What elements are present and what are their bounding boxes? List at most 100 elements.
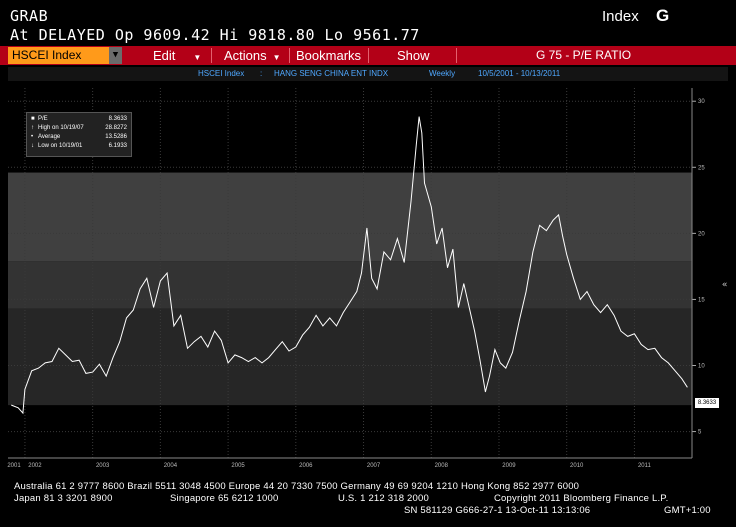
data-point <box>65 354 66 356</box>
data-point <box>241 357 242 358</box>
expand-right-icon[interactable]: « <box>722 280 727 290</box>
data-point <box>105 375 107 377</box>
data-point <box>85 373 87 374</box>
data-point <box>512 352 513 353</box>
x-tick-label: 2011 <box>638 463 652 469</box>
data-point <box>166 272 168 274</box>
legend-low-label: Low on 10/19/01 <box>38 143 83 149</box>
data-point <box>500 362 501 364</box>
data-point <box>173 325 175 327</box>
menu-show-label: Show <box>397 48 430 63</box>
data-point <box>525 291 527 292</box>
data-point <box>634 333 635 335</box>
footer-session-info: SN 581129 G666-27-1 13-Oct-11 13:13:06 <box>404 505 591 516</box>
quote-line: At DELAYED Op 9609.42 Hi 9818.80 Lo 9561… <box>10 26 420 44</box>
data-point <box>160 280 161 282</box>
chart-legend: ■ P/E 8.3633 ↑ High on 10/19/07 28.8272 … <box>26 112 132 157</box>
data-point <box>418 116 420 117</box>
data-point <box>309 326 310 328</box>
data-point <box>329 317 331 319</box>
data-point <box>607 304 608 306</box>
footer-contacts-us: U.S. 1 212 318 2000 <box>338 493 429 504</box>
high-marker-icon: ↑ <box>31 125 34 131</box>
data-point <box>38 367 39 369</box>
info-security-name: HANG SENG CHINA ENT INDX <box>274 69 389 78</box>
menu-bookmarks-label: Bookmarks <box>296 48 362 63</box>
data-point <box>361 272 362 274</box>
data-point <box>441 227 443 229</box>
data-point <box>474 330 475 332</box>
ticker-field[interactable]: HSCEI Index <box>8 47 109 64</box>
data-point <box>336 325 337 327</box>
last-value-tag: 8.3633 <box>695 398 719 408</box>
chart-info-bar: HSCEI Index : HANG SENG CHINA ENT INDX W… <box>8 67 728 81</box>
data-point <box>479 359 481 361</box>
data-point <box>613 315 615 316</box>
data-point <box>620 330 622 332</box>
data-point <box>573 278 574 279</box>
data-point <box>24 389 26 390</box>
data-point <box>99 363 100 365</box>
data-point <box>674 370 676 372</box>
data-point <box>170 299 171 300</box>
data-point <box>17 407 19 409</box>
data-point <box>200 336 202 337</box>
data-point <box>180 315 181 316</box>
function-title: G 75 - P/E RATIO <box>536 48 632 62</box>
data-point <box>593 304 595 306</box>
data-point <box>268 357 270 358</box>
data-point <box>153 307 154 308</box>
std-dev-band <box>8 172 692 262</box>
data-point <box>687 386 688 388</box>
data-point <box>356 291 358 292</box>
data-point <box>366 227 368 229</box>
menu-actions[interactable]: Actions ▼ <box>224 46 281 65</box>
menu-show[interactable]: Show <box>397 46 430 65</box>
data-point <box>133 309 134 311</box>
footer-contacts-japan: Japan 81 3 3201 8900 <box>14 493 113 504</box>
menu-bookmarks[interactable]: Bookmarks <box>296 46 361 65</box>
legend-average-label: Average <box>38 134 61 140</box>
x-tick-label: 2009 <box>502 463 516 469</box>
footer-contacts-line1: Australia 61 2 9777 8600 Brazil 5511 304… <box>14 481 580 492</box>
data-point <box>227 362 229 364</box>
data-point <box>489 375 490 377</box>
menu-edit[interactable]: Edit ▼ <box>153 46 201 65</box>
data-point <box>421 132 423 134</box>
info-separator: : <box>260 69 263 78</box>
data-point <box>558 214 559 216</box>
x-tick-label: 2001 <box>7 463 21 469</box>
data-point <box>436 243 438 245</box>
data-point <box>668 362 669 364</box>
x-tick-label: 2006 <box>299 463 313 469</box>
data-point <box>58 348 60 349</box>
data-point <box>31 370 32 372</box>
data-point <box>600 312 601 313</box>
info-frequency: Weekly <box>429 69 456 78</box>
data-point <box>458 307 459 308</box>
data-point <box>11 404 12 406</box>
std-dev-band <box>8 308 692 406</box>
data-point <box>627 336 628 337</box>
ticker-dropdown-button[interactable]: ▼ <box>109 47 122 64</box>
data-point <box>410 201 412 202</box>
data-point <box>647 349 649 350</box>
data-point <box>468 307 470 308</box>
data-point <box>214 330 215 332</box>
data-point <box>349 301 351 303</box>
y-tick-label: 30 <box>698 99 705 105</box>
data-point <box>342 312 344 313</box>
legend-high-row: ↑ High on 10/19/07 28.8272 <box>31 125 127 133</box>
x-tick-label: 2004 <box>164 463 178 469</box>
data-point <box>681 378 683 380</box>
data-point <box>112 357 114 358</box>
data-point <box>126 317 127 319</box>
data-point <box>452 248 454 250</box>
data-point <box>72 361 73 362</box>
x-tick-label: 2003 <box>96 463 110 469</box>
data-point <box>494 349 496 350</box>
data-point <box>447 267 448 269</box>
screen-title: GRAB <box>10 7 49 25</box>
data-point <box>431 206 432 208</box>
square-icon: ■ <box>31 116 35 122</box>
